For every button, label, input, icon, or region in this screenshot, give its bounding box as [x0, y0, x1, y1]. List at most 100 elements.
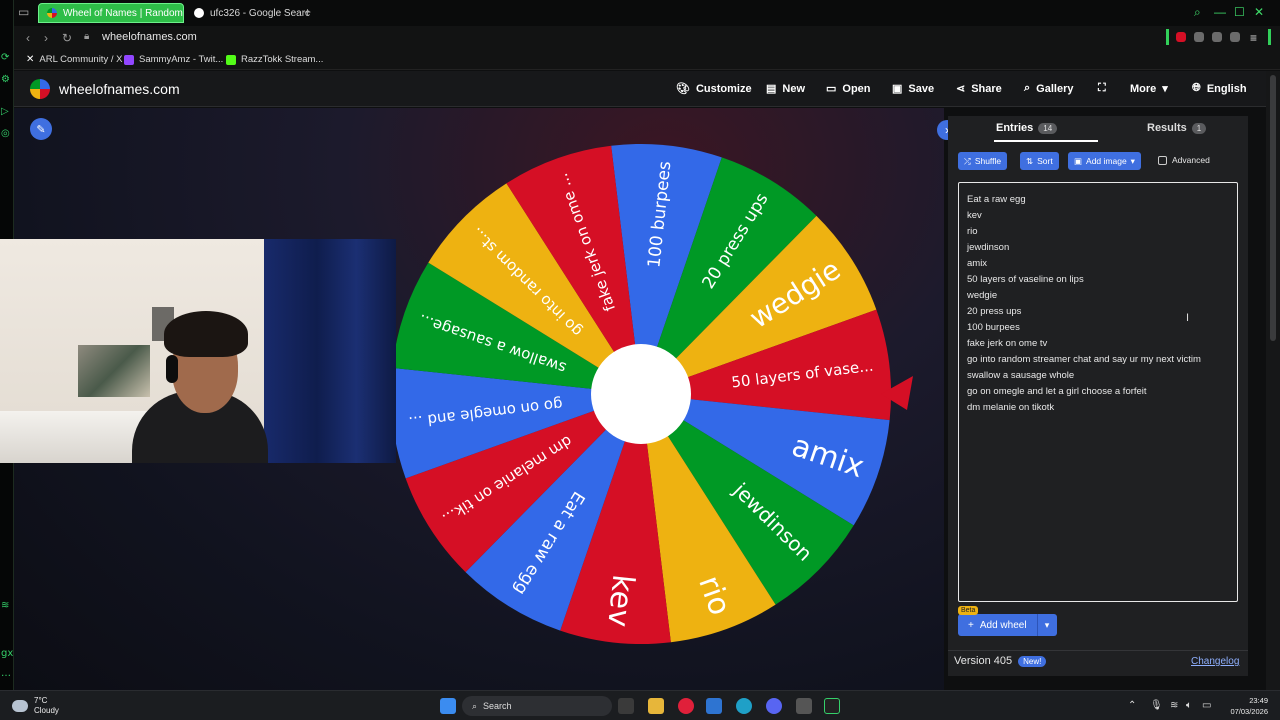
site-brand[interactable]: wheelofnames.com [59, 81, 180, 97]
close-icon[interactable]: ✕ [1254, 5, 1264, 19]
tab-menu-icon[interactable]: ▭ [18, 5, 29, 19]
tab-google-search[interactable]: ufc326 - Google Search [186, 3, 310, 23]
gallery-button[interactable]: ⌕ Gallery [1024, 82, 1073, 95]
customize-button[interactable]: 🎨︎ Customize [676, 82, 752, 96]
bookmark-label: RazzTokk Stream... [241, 54, 324, 65]
store-icon[interactable] [706, 698, 722, 714]
tab-label: ufc326 - Google Search [210, 7, 310, 19]
download-icon[interactable] [1230, 32, 1240, 42]
discord-icon[interactable] [766, 698, 782, 714]
menu-label: Customize [695, 82, 752, 95]
battery-icon[interactable]: ▭ [1202, 700, 1211, 711]
refresh-icon[interactable]: ⟳ [1, 52, 9, 63]
entry-line: fake jerk on ome tv [967, 338, 1048, 349]
menu-label: More [1130, 82, 1157, 95]
tab-entries[interactable]: Entries 14 [996, 122, 1058, 134]
tab-label: Wheel of Names | Random [63, 7, 183, 19]
shuffle-button[interactable]: ⤮ Shuffle [958, 152, 1008, 170]
changelog-link[interactable]: Changelog [1191, 656, 1239, 667]
volume-icon[interactable]: 🔈︎ [1186, 700, 1192, 711]
url-field[interactable]: wheelofnames.com [102, 31, 197, 43]
address-bar: ‹ › ↻ 🔒︎ wheelofnames.com ≡ [14, 26, 1280, 50]
button-label: Add wheel [979, 619, 1027, 631]
new-button[interactable]: ▤ New [766, 82, 806, 96]
adblock-icon[interactable] [1176, 32, 1186, 42]
windows-start-icon[interactable] [440, 698, 456, 714]
reload-icon[interactable]: ↻ [62, 31, 72, 45]
opera-gx-icon[interactable] [678, 698, 694, 714]
tab-results[interactable]: Results 1 [1147, 122, 1207, 134]
wifi-icon[interactable]: ≋ [1170, 700, 1178, 711]
time: 23:49 [1249, 696, 1268, 705]
task-view-icon[interactable] [618, 698, 634, 714]
fullscreen-button[interactable]: ⛶ [1098, 82, 1106, 95]
tab-indicator [994, 140, 1098, 142]
chevron-up-icon[interactable]: ⌃ [1128, 700, 1136, 711]
bookmark-razztokk[interactable]: RazzTokk Stream... [226, 54, 323, 65]
entry-line: rio [967, 226, 978, 237]
more-icon[interactable]: … [1, 668, 11, 679]
pencil-icon[interactable]: ✎ [30, 118, 52, 140]
sort-icon: ⇅ [1026, 155, 1034, 166]
menu-label: Share [971, 82, 1002, 95]
settings-icon[interactable]: ⚙ [1, 74, 10, 85]
add-image-button[interactable]: ▣ Add image ▾ [1068, 152, 1141, 170]
page-scrollbar[interactable] [1266, 71, 1280, 690]
back-icon[interactable]: ‹ [26, 31, 30, 45]
share-button[interactable]: ⋖ Share [956, 82, 1002, 96]
target-icon[interactable]: ◎ [1, 128, 10, 139]
advanced-toggle[interactable]: Advanced [1158, 155, 1210, 165]
tab-label: Entries [996, 122, 1034, 134]
extensions-icon[interactable] [1194, 32, 1204, 42]
minimize-icon[interactable]: — [1214, 5, 1226, 19]
play-icon[interactable]: ▷ [1, 106, 9, 117]
terminal-icon[interactable] [824, 698, 840, 714]
bookmark-sammyamz[interactable]: SammyAmz - Twit... [124, 54, 223, 65]
entry-line: 20 press ups [967, 306, 1022, 317]
forward-icon[interactable]: › [44, 31, 48, 45]
cam-curtain [264, 239, 396, 463]
scrollbar-thumb[interactable] [1270, 75, 1276, 341]
webcam-overlay [0, 239, 396, 463]
save-button[interactable]: ▣ Save [892, 82, 934, 96]
profile-icon[interactable] [1212, 32, 1222, 42]
file-explorer-icon[interactable] [648, 698, 664, 714]
entry-line: 100 burpees [967, 322, 1020, 333]
edge-icon[interactable] [736, 698, 752, 714]
gx-label[interactable]: gx [1, 648, 13, 659]
plus-icon[interactable]: + [304, 5, 311, 19]
maximize-icon[interactable]: ☐ [1234, 5, 1245, 19]
open-button[interactable]: ▭ Open [826, 82, 871, 96]
tab-wheel-of-names[interactable]: Wheel of Names | Random [38, 3, 184, 23]
streamer [132, 311, 268, 463]
version-label: Version 405 [954, 655, 1013, 667]
new-badge: New! [1018, 655, 1047, 667]
menu-icon[interactable]: ≡ [1250, 31, 1257, 45]
menu-label: English [1206, 82, 1247, 95]
obs-icon[interactable] [796, 698, 812, 714]
menu-label: New [782, 82, 806, 95]
entry-line: jewdinson [967, 242, 1010, 253]
search-icon[interactable]: ⌕ [1194, 5, 1201, 20]
clock[interactable]: 23:49 07/03/2026 [1222, 695, 1268, 717]
wheel-logo-icon[interactable] [30, 79, 50, 99]
advanced-label: Advanced [1172, 155, 1210, 165]
taskbar-search[interactable]: ⌕ Search [462, 696, 612, 716]
wheel-center[interactable] [591, 344, 691, 444]
add-wheel-dropdown[interactable]: ▾ [1036, 614, 1057, 636]
palette-icon: 🎨︎ [676, 83, 690, 95]
search-label: Search [483, 701, 512, 711]
microphone-icon[interactable]: 🎙︎ [1150, 700, 1163, 711]
bookmark-arl[interactable]: ✕ ARL Community / X [26, 54, 122, 65]
weather-widget[interactable]: 7°C Cloudy [12, 696, 59, 716]
language-button[interactable]: 🌐︎ English [1192, 82, 1247, 95]
add-wheel-button[interactable]: + Add wheel [958, 614, 1037, 636]
more-button[interactable]: More ▾ [1130, 82, 1168, 96]
image-icon: ▣ [1074, 155, 1083, 166]
wave-icon[interactable]: ≋ [1, 600, 9, 611]
beta-badge: Beta [958, 606, 979, 615]
entries-textarea[interactable]: Eat a raw egg kev rio jewdinson amix 50 layer… [958, 182, 1238, 602]
entry-line: swallow a sausage whole [967, 370, 1075, 381]
advanced-checkbox[interactable] [1158, 155, 1167, 165]
sort-button[interactable]: ⇅ Sort [1020, 152, 1059, 170]
